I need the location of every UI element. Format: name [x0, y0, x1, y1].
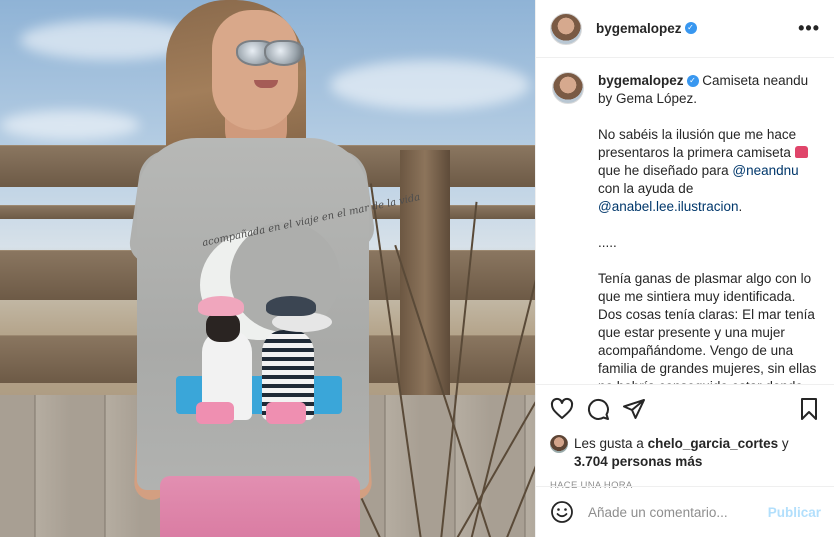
pink-skirt — [160, 476, 360, 537]
comment-icon[interactable] — [586, 397, 610, 421]
post-photo[interactable]: acompañada en el viaje en el mar de la v… — [0, 0, 535, 537]
username-link[interactable]: bygemalopez — [596, 21, 682, 36]
post-sidebar: bygemalopez ✓ ••• bygemalopez ✓ Camiseta n… — [535, 0, 834, 537]
comment-bar: Publicar — [536, 486, 834, 537]
bookmark-icon[interactable] — [797, 397, 821, 421]
dark-hat — [266, 296, 316, 316]
verified-badge-icon: ✓ — [684, 22, 697, 35]
figure-hair — [206, 312, 240, 342]
cloud — [330, 60, 530, 110]
cloud — [0, 110, 140, 140]
t-shirt-emoji-icon — [794, 146, 808, 158]
mention-link[interactable]: @anabel.lee.ilustracion — [598, 199, 739, 214]
mention-link[interactable]: @neandnu — [732, 163, 798, 178]
face — [212, 10, 298, 130]
post-header: bygemalopez ✓ ••• — [536, 0, 834, 58]
sunglasses-icon — [264, 40, 304, 66]
more-options-icon[interactable]: ••• — [798, 18, 820, 39]
liker-username-link[interactable]: chelo_garcia_cortes — [648, 436, 779, 451]
caption-separator: ..... — [598, 235, 617, 250]
emoji-icon[interactable] — [550, 500, 574, 524]
caption-paragraph: No sabéis la ilusión que me hace present… — [598, 127, 797, 160]
likes-summary: Les gusta a chelo_garcia_cortes y 3.704 … — [550, 435, 821, 471]
header-user: bygemalopez ✓ — [596, 20, 697, 38]
avatar[interactable] — [550, 12, 582, 45]
caption-paragraph: . — [738, 199, 743, 214]
caption-username-link[interactable]: bygemalopez — [598, 73, 684, 88]
caption-text: bygemalopez ✓ Camiseta neandu by Gema Lóp… — [598, 72, 821, 384]
avatar[interactable] — [552, 72, 584, 104]
comment-input[interactable] — [588, 504, 768, 520]
verified-badge-icon: ✓ — [686, 75, 699, 88]
heart-icon[interactable] — [550, 397, 574, 421]
post-actions: Les gusta a chelo_garcia_cortes y 3.704 … — [536, 384, 834, 491]
caption-paragraph: con la ayuda de — [598, 181, 694, 196]
liker-avatar[interactable] — [550, 435, 568, 453]
caption-paragraph: que he diseñado para — [598, 163, 729, 178]
caption-paragraph: Tenía ganas de plasmar algo con lo que m… — [598, 271, 817, 384]
publish-button[interactable]: Publicar — [768, 505, 821, 520]
pink-shorts — [196, 402, 234, 424]
caption: bygemalopez ✓ Camiseta neandu by Gema Lóp… — [536, 72, 834, 384]
pink-shorts — [266, 402, 306, 424]
likes-connector: y — [781, 436, 789, 451]
pink-hat — [198, 296, 244, 316]
action-icons — [550, 397, 821, 421]
share-icon[interactable] — [622, 397, 646, 421]
likes-prefix: Les gusta a — [574, 436, 644, 451]
likes-count-link[interactable]: 3.704 personas más — [574, 454, 702, 469]
